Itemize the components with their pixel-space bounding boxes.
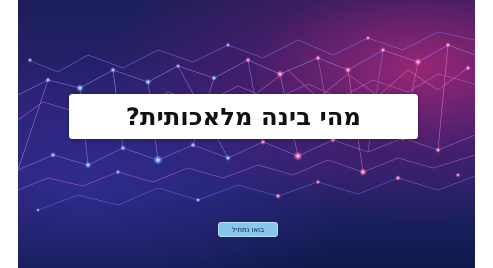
start-button[interactable]: בואו נתחיל [218, 222, 278, 237]
start-button-label: בואו נתחיל [231, 225, 265, 234]
slide-title: מהי בינה מלאכותית? [125, 102, 362, 131]
title-box: מהי בינה מלאכותית? [69, 94, 418, 139]
slide-frame: מהי בינה מלאכותית? בואו נתחיל [18, 0, 475, 268]
